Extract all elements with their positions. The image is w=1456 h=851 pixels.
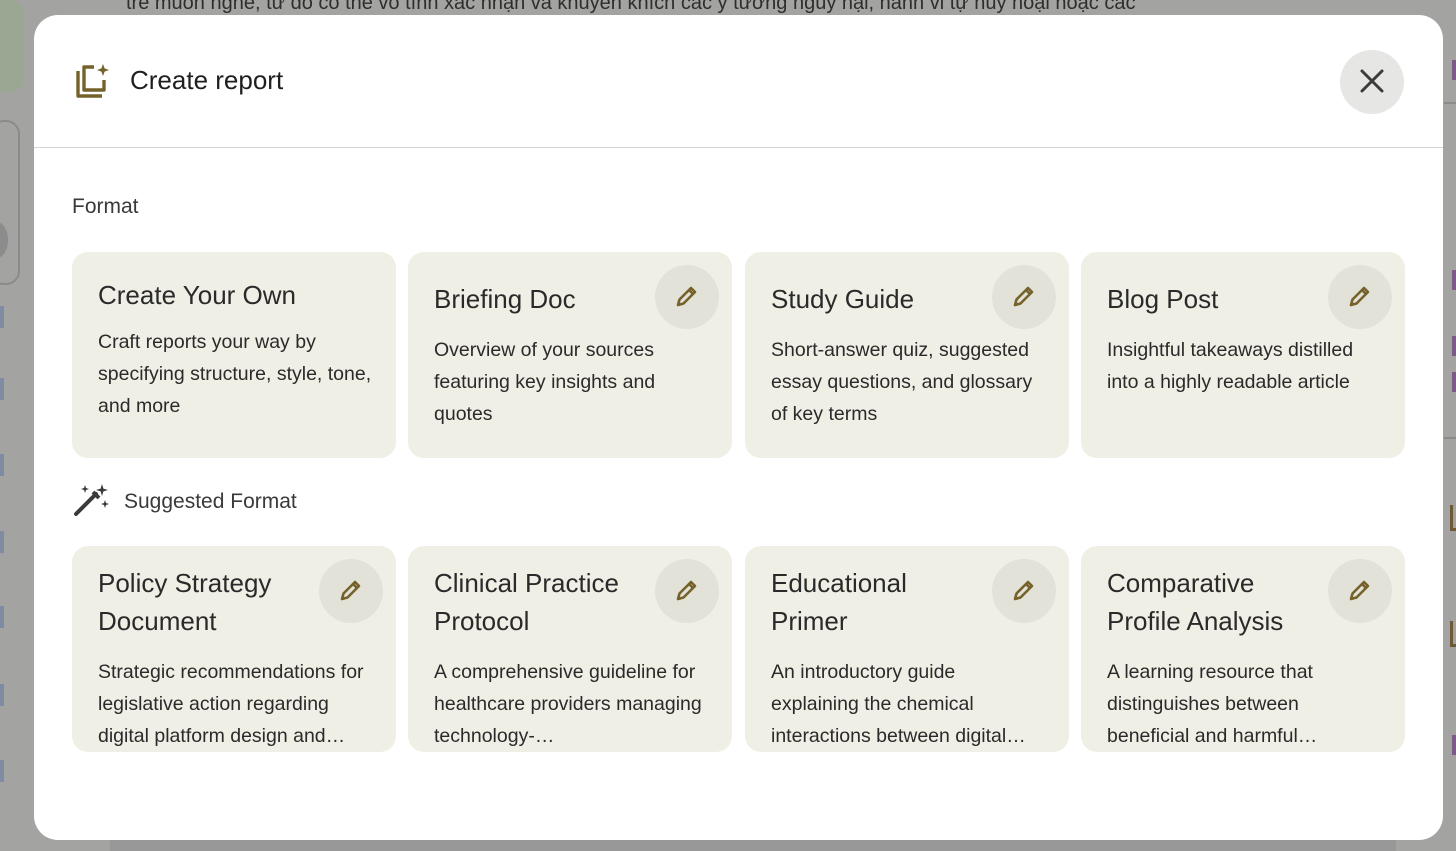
background-marker <box>0 684 4 706</box>
suggested-format-header: Suggested Format <box>72 482 297 522</box>
background-divider <box>1444 437 1456 439</box>
background-marker <box>1452 372 1456 392</box>
format-card-briefing-doc[interactable]: Briefing Doc Overview of your sources fe… <box>408 252 732 458</box>
pencil-icon <box>674 283 700 312</box>
suggested-card-educational-primer[interactable]: Educational Primer An introductory guide… <box>745 546 1069 752</box>
pencil-icon <box>674 577 700 606</box>
background-side-panel <box>0 120 20 285</box>
background-marker <box>0 531 4 553</box>
pencil-icon <box>1011 577 1037 606</box>
edit-button[interactable] <box>655 265 719 329</box>
background-marker <box>0 760 4 782</box>
suggested-card-policy-strategy-document[interactable]: Policy Strategy Document Strategic recom… <box>72 546 396 752</box>
format-card-blog-post[interactable]: Blog Post Insightful takeaways distilled… <box>1081 252 1405 458</box>
edit-button[interactable] <box>319 559 383 623</box>
edit-button[interactable] <box>992 559 1056 623</box>
dialog-title: Create report <box>130 65 284 95</box>
card-title: Study Guide <box>771 284 915 314</box>
card-description: A comprehensive guideline for healthcare… <box>434 661 702 747</box>
background-marker <box>0 606 4 628</box>
magic-wand-icon <box>72 482 110 523</box>
card-title: Educational Primer <box>771 568 907 636</box>
pencil-icon <box>1011 283 1037 312</box>
pencil-icon <box>338 577 364 606</box>
dialog-header: Create report <box>34 15 1443 148</box>
background-marker <box>1452 60 1456 80</box>
card-title: Clinical Practice Protocol <box>434 568 619 636</box>
card-description: Craft reports your way by specifying str… <box>98 331 372 417</box>
background-marker <box>0 306 4 328</box>
suggested-format-label: Suggested Format <box>124 490 297 513</box>
background-report-icon <box>1450 621 1456 647</box>
edit-button[interactable] <box>1328 265 1392 329</box>
format-card-create-your-own[interactable]: Create Your Own Craft reports your way b… <box>72 252 396 458</box>
card-title: Policy Strategy Document <box>98 568 272 636</box>
background-marker <box>1452 735 1456 755</box>
card-description: An introductory guide explaining the che… <box>771 661 1026 747</box>
edit-button[interactable] <box>992 265 1056 329</box>
background-report-icon <box>1450 505 1456 531</box>
pencil-icon <box>1347 577 1373 606</box>
card-title: Create Your Own <box>98 280 297 310</box>
background-nav-pill <box>0 0 24 92</box>
card-description: A learning resource that distinguishes b… <box>1107 661 1318 747</box>
card-title: Comparative Profile Analysis <box>1107 568 1284 636</box>
background-marker <box>1452 270 1456 290</box>
background-divider <box>1444 102 1456 104</box>
suggested-card-comparative-profile-analysis[interactable]: Comparative Profile Analysis A learning … <box>1081 546 1405 752</box>
card-title: Blog Post <box>1107 284 1219 314</box>
create-report-dialog: Create report Format Create Your Own Cra… <box>34 15 1443 840</box>
close-icon <box>1359 68 1385 97</box>
edit-button[interactable] <box>1328 559 1392 623</box>
format-card-study-guide[interactable]: Study Guide Short-answer quiz, suggested… <box>745 252 1069 458</box>
background-marker <box>0 378 4 400</box>
report-stack-sparkle-icon <box>72 62 112 102</box>
card-title: Briefing Doc <box>434 284 576 314</box>
card-description: Insightful takeaways distilled into a hi… <box>1107 339 1354 393</box>
close-button[interactable] <box>1340 50 1404 114</box>
background-text: trẻ muốn nghe, từ đó có thể vô tình xác … <box>126 0 1136 14</box>
pencil-icon <box>1347 283 1373 312</box>
edit-button[interactable] <box>655 559 719 623</box>
background-marker <box>0 454 4 476</box>
card-description: Overview of your sources featuring key i… <box>434 339 656 425</box>
background-marker <box>1452 336 1456 356</box>
background-footer <box>110 839 1396 851</box>
suggested-card-clinical-practice-protocol[interactable]: Clinical Practice Protocol A comprehensi… <box>408 546 732 752</box>
format-section-label: Format <box>72 195 139 218</box>
card-description: Short-answer quiz, suggested essay quest… <box>771 339 1033 425</box>
card-description: Strategic recommendations for legislativ… <box>98 661 364 747</box>
